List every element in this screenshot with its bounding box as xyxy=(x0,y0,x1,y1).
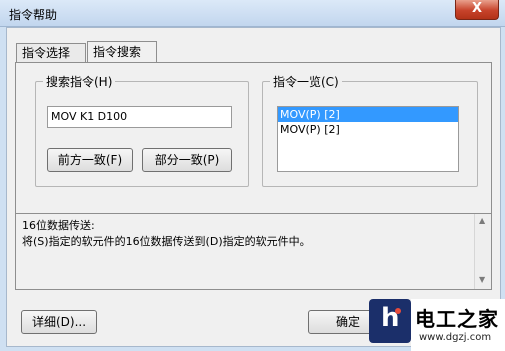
description-scrollbar[interactable]: ▲ ▼ xyxy=(474,214,491,289)
window-title: 指令帮助 xyxy=(9,8,58,22)
description-line: 将(S)指定的软元件的16位数据传送到(D)指定的软元件中。 xyxy=(22,235,311,248)
watermark-name: 电工之家 xyxy=(415,307,499,331)
tab-label: 指令选择 xyxy=(22,46,71,60)
detail-button-label: 详细(D)... xyxy=(31,315,87,329)
list-item[interactable]: MOV(P) [2] xyxy=(278,122,458,137)
scroll-up-icon[interactable]: ▲ xyxy=(479,216,485,225)
search-group-label: 搜索指令(H) xyxy=(43,73,116,90)
title-bar: 指令帮助 X xyxy=(0,0,505,27)
search-input[interactable]: MOV K1 D100 xyxy=(47,106,232,128)
scroll-down-icon[interactable]: ▼ xyxy=(479,275,485,284)
tab-label: 指令搜索 xyxy=(93,45,142,59)
search-group: 搜索指令(H) MOV K1 D100 前方一致(F) 部分一致(P) xyxy=(35,73,249,187)
watermark: 电工之家 www.dgzj.com xyxy=(411,299,505,351)
instruction-listbox[interactable]: MOV(P) [2] MOV(P) [2] xyxy=(277,106,459,172)
watermark-logo-icon: h xyxy=(369,299,411,343)
instruction-list-label: 指令一览(C) xyxy=(270,73,342,90)
prefix-match-label: 前方一致(F) xyxy=(57,153,123,167)
tab-panel-search: 搜索指令(H) MOV K1 D100 前方一致(F) 部分一致(P) 指令一览… xyxy=(15,62,492,222)
detail-button[interactable]: 详细(D)... xyxy=(21,310,97,334)
list-item[interactable]: MOV(P) [2] xyxy=(278,107,458,122)
prefix-match-button[interactable]: 前方一致(F) xyxy=(47,148,133,172)
description-box: 16位数据传送: 将(S)指定的软元件的16位数据传送到(D)指定的软元件中。 … xyxy=(15,213,492,290)
instruction-list-group: 指令一览(C) MOV(P) [2] MOV(P) [2] xyxy=(262,73,478,187)
partial-match-button[interactable]: 部分一致(P) xyxy=(142,148,232,172)
ok-button-label: 确定 xyxy=(335,315,360,329)
tab-instruction-select[interactable]: 指令选择 xyxy=(16,43,86,62)
close-icon: X xyxy=(471,1,483,16)
close-button[interactable]: X xyxy=(455,0,499,20)
description-line: 16位数据传送: xyxy=(22,219,95,232)
tab-instruction-search[interactable]: 指令搜索 xyxy=(87,41,157,62)
partial-match-label: 部分一致(P) xyxy=(154,153,220,167)
watermark-url: www.dgzj.com xyxy=(419,332,492,343)
